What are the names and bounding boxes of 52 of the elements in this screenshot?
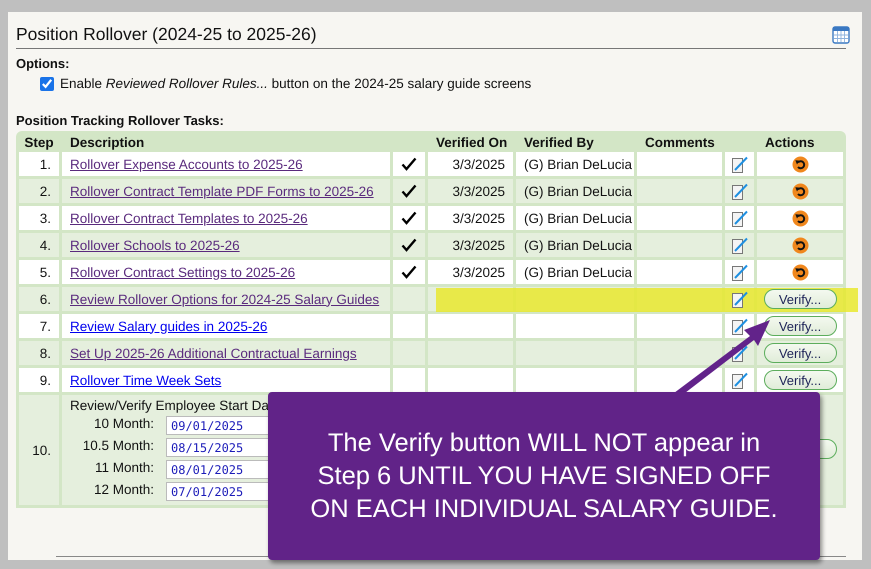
column-header: Step — [24, 135, 54, 150]
verify-button[interactable]: Verify... — [764, 370, 837, 390]
verified-date: 3/3/2025 — [452, 264, 506, 280]
verified-date: 3/3/2025 — [452, 184, 506, 198]
step-number: 7. — [40, 318, 51, 334]
verify-button[interactable]: Verify... — [764, 343, 837, 363]
step-number: 4. — [40, 238, 51, 252]
panel-title: Position Rollover (2024-25 to 2025-26) — [16, 24, 317, 45]
verify-button[interactable]: Verify... — [764, 316, 837, 336]
step-number: 5. — [40, 264, 51, 280]
step-number: 8. — [40, 346, 51, 360]
verified-by: (G) Brian DeLucia — [524, 184, 632, 198]
date-label: 10 Month: — [92, 416, 154, 433]
option-label: Enable Reviewed Rollover Rules... button on the 2024-25 salary guide screens — [60, 76, 532, 91]
verified-date: 3/3/2025 — [452, 156, 506, 172]
verified-by: (G) Brian DeLucia — [524, 238, 632, 252]
undo-icon[interactable] — [792, 264, 809, 280]
task-description: Review/Verify Employee Start Da — [70, 398, 269, 413]
verify-button[interactable]: Verify... — [764, 289, 837, 309]
verified-by: (G) Brian DeLucia — [524, 156, 632, 172]
date-label: 11 Month: — [94, 460, 154, 477]
undo-icon[interactable] — [792, 236, 809, 254]
verified-by: (G) Brian DeLucia — [524, 210, 632, 226]
column-header: Actions — [765, 135, 815, 150]
step-number: 9. — [40, 372, 51, 388]
edit-note-icon[interactable] — [730, 208, 749, 228]
verified-by: (G) Brian DeLucia — [524, 264, 632, 280]
step-number: 10. — [32, 442, 51, 458]
step-number: 6. — [40, 292, 51, 306]
step-number: 1. — [40, 156, 51, 172]
edit-note-icon[interactable] — [730, 316, 749, 336]
undo-icon[interactable] — [792, 182, 809, 200]
date-label: 10.5 Month: — [82, 438, 154, 455]
edit-note-icon[interactable] — [730, 370, 749, 390]
verified-date: 3/3/2025 — [452, 210, 506, 226]
option-checkbox[interactable] — [40, 76, 54, 90]
undo-icon[interactable] — [792, 210, 809, 226]
edit-note-icon[interactable] — [730, 262, 749, 282]
step-number: 3. — [40, 210, 51, 226]
step-number: 2. — [40, 184, 51, 198]
undo-icon[interactable] — [792, 156, 809, 172]
calendar-icon[interactable] — [832, 26, 850, 44]
tasks-heading: Position Tracking Rollover Tasks: — [16, 113, 225, 128]
edit-note-icon[interactable] — [730, 154, 749, 174]
column-header: Verified By — [524, 135, 594, 150]
column-header: Comments — [645, 135, 715, 150]
verified-date: 3/3/2025 — [452, 238, 506, 252]
date-label: 12 Month: — [92, 482, 154, 499]
options-heading: Options: — [16, 56, 70, 71]
column-header: Description — [70, 135, 144, 150]
callout-tooltip: The Verify button WILL NOT appear in Step 6 UNTIL YOU HAVE SIGNED OFF ON EACH INDIVIDUAL SALARY GUIDE. — [268, 392, 820, 560]
column-header: Verified On — [436, 135, 508, 150]
